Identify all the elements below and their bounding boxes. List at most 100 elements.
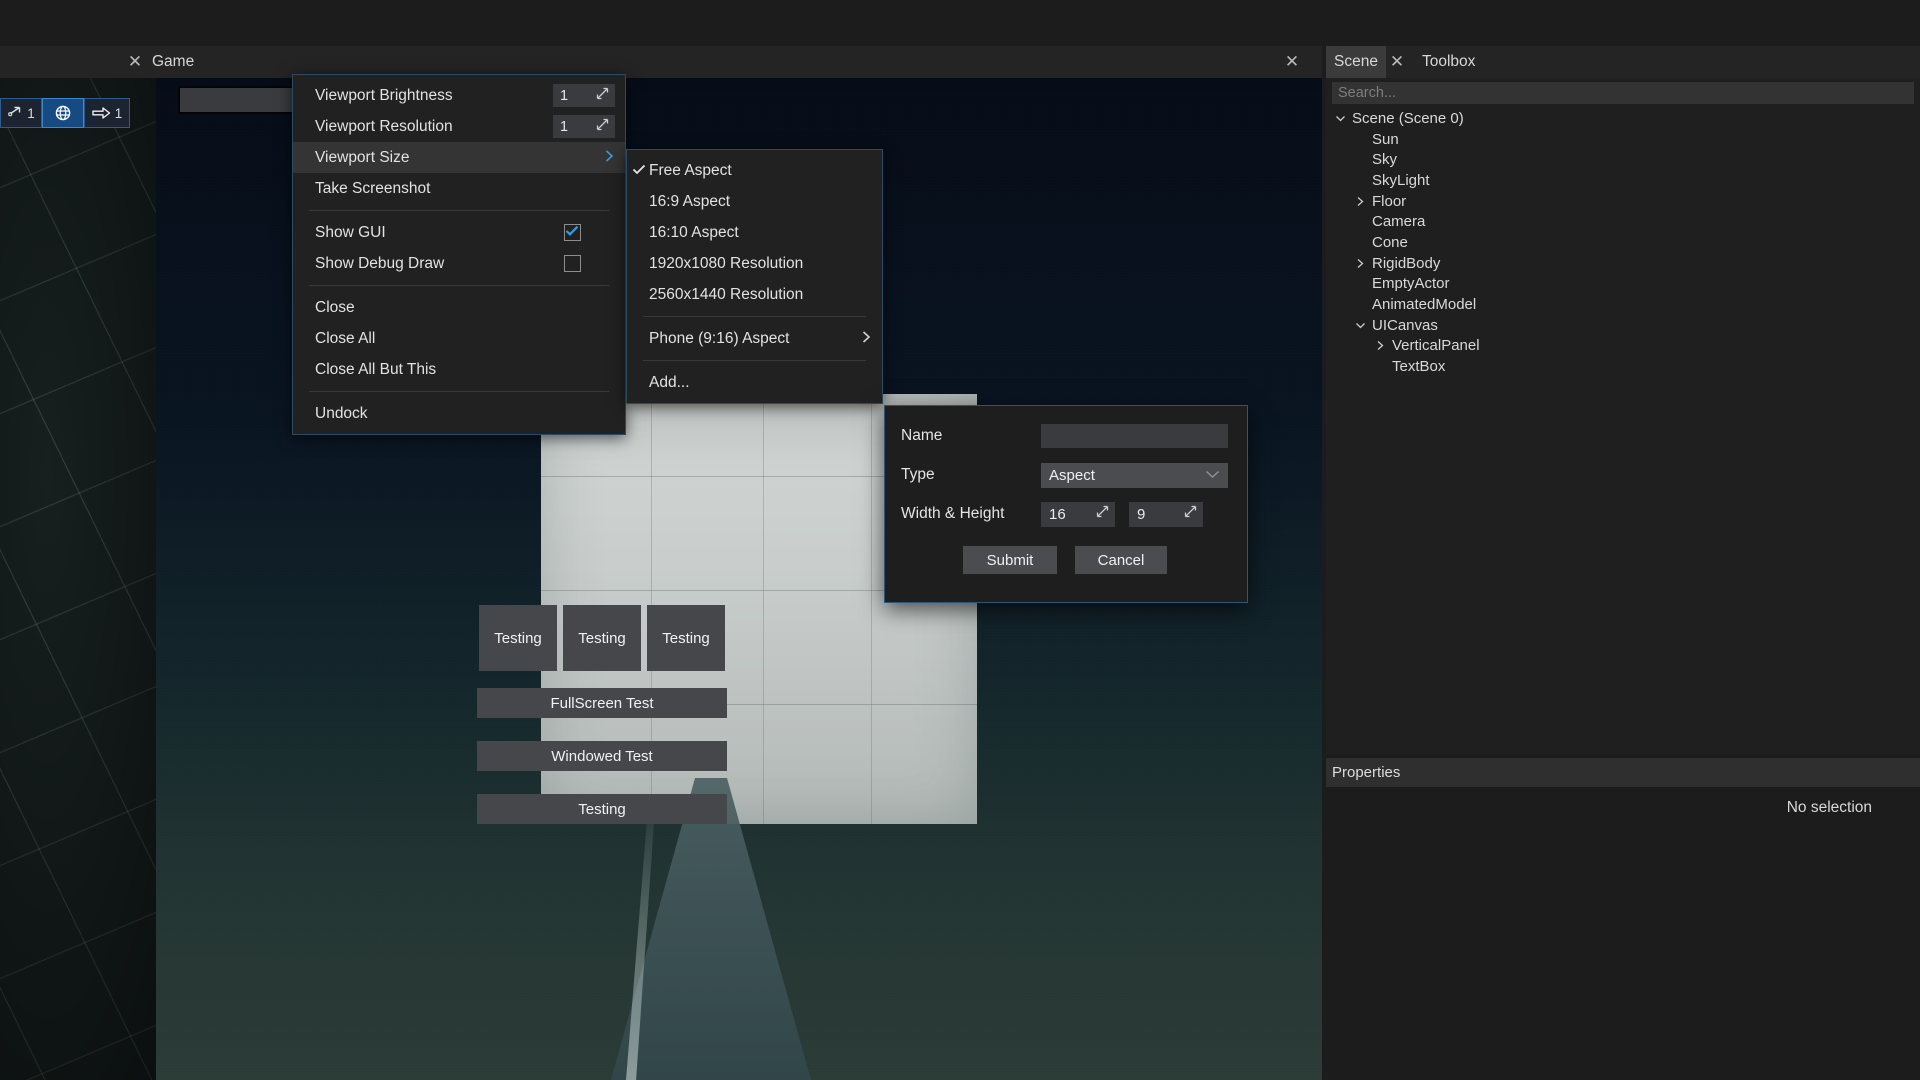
scene-tree-item-label: Camera xyxy=(1372,213,1426,231)
submenu-16-10-aspect-label: 16:10 Aspect xyxy=(649,223,739,241)
scene-tree-item[interactable]: SkyLight xyxy=(1326,170,1920,191)
menu-viewport-resolution-label: Viewport Resolution xyxy=(315,117,453,135)
menu-show-debug-draw-label: Show Debug Draw xyxy=(315,254,445,272)
scene-tree-item[interactable]: Cone xyxy=(1326,232,1920,253)
drag-resize-icon[interactable] xyxy=(596,118,609,134)
submenu-2560x1440-resolution[interactable]: 2560x1440 Resolution xyxy=(627,279,882,310)
scene-search-input[interactable]: Search... xyxy=(1332,82,1914,104)
dialog-type-label: Type xyxy=(901,466,935,483)
menu-viewport-brightness-input[interactable]: 1 xyxy=(553,84,615,107)
dialog-name-label: Name xyxy=(901,427,943,444)
scene-tree-item[interactable]: UICanvas xyxy=(1326,315,1920,336)
dialog-height-input[interactable]: 9 xyxy=(1129,502,1203,527)
toolbar-snap-button[interactable]: 1 xyxy=(84,98,130,128)
viewport-size-submenu[interactable]: Free Aspect 16:9 Aspect 16:10 Aspect 1920x1… xyxy=(626,149,883,404)
chevron-right-icon[interactable] xyxy=(1352,258,1368,269)
game-button-fullscreen-test[interactable]: FullScreen Test xyxy=(477,688,727,718)
dialog-type-value: Aspect xyxy=(1049,467,1095,484)
scene-tree-item[interactable]: Floor xyxy=(1326,191,1920,212)
chevron-right-icon xyxy=(861,330,872,348)
add-viewport-size-dialog[interactable]: Name Type Aspect Width & Height 16 9 Sub… xyxy=(884,405,1248,603)
chevron-down-icon[interactable] xyxy=(1332,113,1348,124)
submenu-16-10-aspect[interactable]: 16:10 Aspect xyxy=(627,217,882,248)
dialog-name-input[interactable] xyxy=(1041,424,1228,448)
editor-toolbar: 1 1 xyxy=(0,98,130,128)
scene-tree-item-label: RigidBody xyxy=(1372,254,1441,272)
menu-close-label: Close xyxy=(315,298,355,316)
toolbar-snap-value: 1 xyxy=(114,105,123,121)
dialog-submit-button[interactable]: Submit xyxy=(963,546,1057,574)
menu-viewport-brightness-value: 1 xyxy=(560,87,569,104)
menu-bottom-padding xyxy=(627,398,882,403)
scene-tree-item-label: TextBox xyxy=(1392,358,1446,376)
submenu-add[interactable]: Add... xyxy=(627,367,882,398)
scene-tree-item[interactable]: EmptyActor xyxy=(1326,274,1920,295)
menu-viewport-resolution[interactable]: Viewport Resolution 1 xyxy=(293,111,625,142)
menu-show-debug-draw[interactable]: Show Debug Draw xyxy=(293,248,625,279)
menu-separator xyxy=(309,285,609,286)
dialog-cancel-button[interactable]: Cancel xyxy=(1075,546,1167,574)
game-button-windowed-test[interactable]: Windowed Test xyxy=(477,741,727,771)
submenu-phone-9-16-aspect[interactable]: Phone (9:16) Aspect xyxy=(627,323,882,354)
menu-show-gui-label: Show GUI xyxy=(315,223,386,241)
scene-tree-item-label: AnimatedModel xyxy=(1372,296,1477,314)
menu-close[interactable]: Close xyxy=(293,292,625,323)
scene-tree-item[interactable]: VerticalPanel xyxy=(1326,336,1920,357)
scene-tree-item-label: SkyLight xyxy=(1372,171,1430,189)
scene-panel: Scene ✕ Toolbox Search... Scene (Scene 0… xyxy=(1326,46,1920,754)
dialog-width-input[interactable]: 16 xyxy=(1041,502,1115,527)
editor-window: ✕ Game ✕ 1 1 Testing Testing Testing Ful… xyxy=(0,0,1920,1080)
game-button-testing-3[interactable]: Testing xyxy=(647,605,725,671)
drag-resize-icon[interactable] xyxy=(1096,505,1109,521)
menu-take-screenshot[interactable]: Take Screenshot xyxy=(293,173,625,204)
chevron-right-icon[interactable] xyxy=(1372,340,1388,351)
scene-tree-item[interactable]: RigidBody xyxy=(1326,253,1920,274)
submenu-free-aspect[interactable]: Free Aspect xyxy=(627,155,882,186)
scene-tree-item[interactable]: Sun xyxy=(1326,129,1920,150)
menu-show-debug-draw-checkbox[interactable] xyxy=(564,255,581,272)
scene-tree-item[interactable]: AnimatedModel xyxy=(1326,294,1920,315)
scene-tree-item[interactable]: Sky xyxy=(1326,149,1920,170)
tab-game[interactable]: Game xyxy=(152,46,194,78)
scene-tree-item-label: Cone xyxy=(1372,233,1408,251)
chevron-right-icon[interactable] xyxy=(1352,196,1368,207)
submenu-16-9-aspect[interactable]: 16:9 Aspect xyxy=(627,186,882,217)
submenu-2560x1440-resolution-label: 2560x1440 Resolution xyxy=(649,285,804,303)
close-icon[interactable]: ✕ xyxy=(124,51,146,73)
menu-close-all-but-this[interactable]: Close All But This xyxy=(293,354,625,385)
scene-tab-close-icon[interactable]: ✕ xyxy=(1386,51,1408,73)
viewport-context-menu[interactable]: Viewport Brightness 1 Viewport Resolution 1… xyxy=(292,74,626,435)
menu-show-gui[interactable]: Show GUI xyxy=(293,217,625,248)
menu-viewport-resolution-input[interactable]: 1 xyxy=(553,115,615,138)
menu-close-all[interactable]: Close All xyxy=(293,323,625,354)
toolbar-select-value: 1 xyxy=(27,105,35,121)
no-selection-text: No selection xyxy=(1786,799,1872,816)
viewport-close-icon[interactable]: ✕ xyxy=(1281,51,1303,73)
menu-viewport-brightness[interactable]: Viewport Brightness 1 xyxy=(293,80,625,111)
scene-tree-item-label: Floor xyxy=(1372,192,1407,210)
tab-toolbox[interactable]: Toolbox xyxy=(1414,46,1483,78)
toolbar-select-button[interactable]: 1 xyxy=(0,98,42,128)
drag-resize-icon[interactable] xyxy=(1184,505,1197,521)
dialog-type-select[interactable]: Aspect xyxy=(1041,463,1228,488)
arrow-right-icon xyxy=(92,106,111,120)
game-button-testing-4[interactable]: Testing xyxy=(477,794,727,824)
drag-resize-icon[interactable] xyxy=(596,87,609,103)
chevron-down-icon[interactable] xyxy=(1352,320,1368,331)
cursor-select-icon xyxy=(7,105,23,121)
scene-tree-item-label: Sky xyxy=(1372,151,1398,169)
menu-show-gui-checkbox[interactable] xyxy=(564,224,581,241)
tab-scene[interactable]: Scene xyxy=(1326,46,1386,78)
submenu-1920x1080-resolution[interactable]: 1920x1080 Resolution xyxy=(627,248,882,279)
editor-3d-viewport[interactable] xyxy=(0,72,156,1080)
scene-tree-item[interactable]: TextBox xyxy=(1326,356,1920,377)
menu-bottom-padding xyxy=(293,429,625,434)
game-button-testing-2[interactable]: Testing xyxy=(563,605,641,671)
scene-tree-item[interactable]: Scene (Scene 0) xyxy=(1326,108,1920,129)
chevron-right-icon xyxy=(604,149,615,167)
menu-undock[interactable]: Undock xyxy=(293,398,625,429)
menu-viewport-size[interactable]: Viewport Size xyxy=(293,142,625,173)
game-button-testing-1[interactable]: Testing xyxy=(479,605,557,671)
scene-tree-item[interactable]: Camera xyxy=(1326,211,1920,232)
toolbar-global-space-button[interactable] xyxy=(42,98,84,128)
